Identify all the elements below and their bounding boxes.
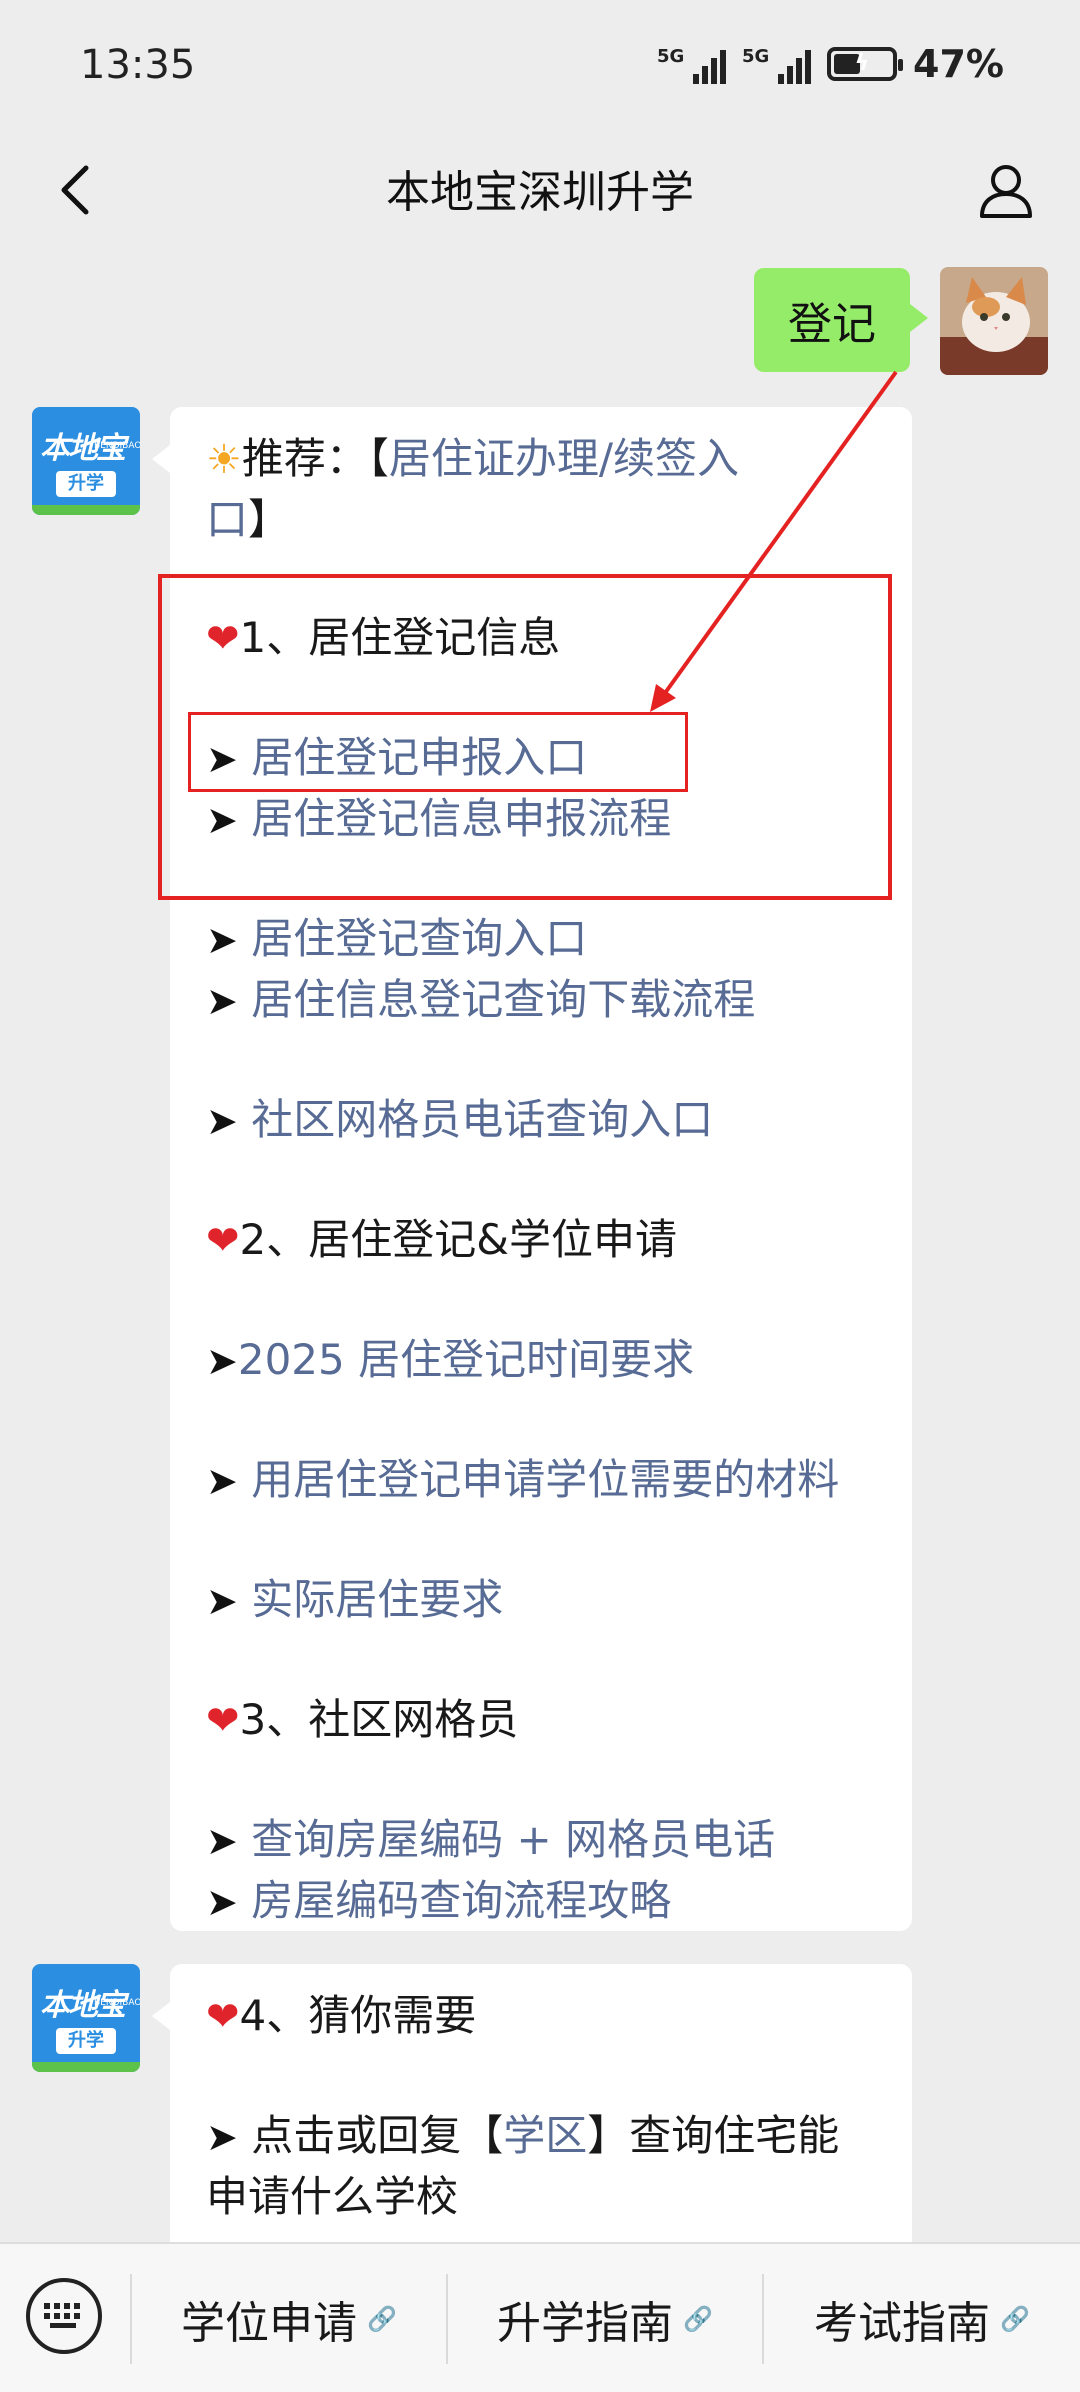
menu-item-school-guide[interactable]: 升学指南 🔗	[448, 2244, 762, 2392]
link-icon: 🔗	[683, 2305, 713, 2333]
link-icon: 🔗	[367, 2305, 397, 2333]
link-icon: 🔗	[1000, 2305, 1030, 2333]
keyword-link[interactable]: 学区	[503, 2111, 587, 2160]
bot-message-bubble: ❤4、猜你需要 ➤ 点击或回复【学区】查询住宅能 申请什么学校	[152, 1964, 912, 2254]
bottom-menu-bar: 学位申请 🔗 升学指南 🔗 考试指南 🔗	[0, 2242, 1080, 2392]
keyboard-toggle-button[interactable]	[26, 2278, 102, 2354]
heart-icon: ❤	[206, 1994, 240, 2040]
keyboard-icon	[44, 2303, 80, 2328]
section-4-title: ❤4、猜你需要	[206, 1991, 477, 2040]
menu-item-exam-guide[interactable]: 考试指南 🔗	[764, 2244, 1080, 2392]
bot-avatar[interactable]: 本地宝 BENDIBAO 升学	[32, 1964, 140, 2072]
keyword-reply-line: ➤ 点击或回复【学区】查询住宅能	[206, 2111, 840, 2160]
arrow-icon: ➤	[206, 2115, 238, 2159]
menu-item-degree-apply[interactable]: 学位申请 🔗	[132, 2244, 446, 2392]
